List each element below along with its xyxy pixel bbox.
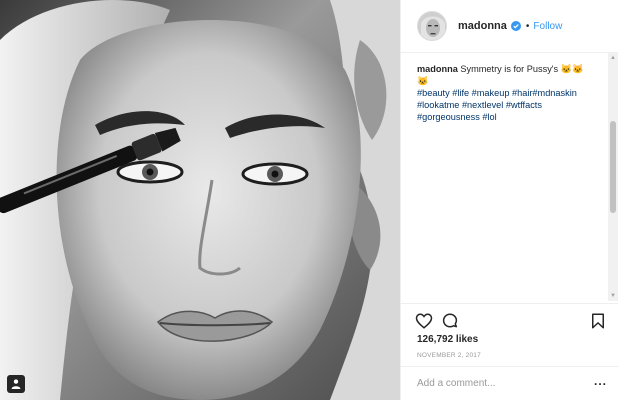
post-date: NOVEMBER 2, 2017 xyxy=(417,352,481,359)
caption-hashtags[interactable]: #beauty #life #makeup #hair#mdnaskin #lo… xyxy=(417,87,593,123)
comments-scrollbar[interactable]: ▲ ▼ xyxy=(608,53,618,301)
verified-badge-icon xyxy=(510,21,521,31)
post-side-panel: madonna • Follow madonna Symmetry is for… xyxy=(400,0,618,400)
comment-icon[interactable] xyxy=(441,312,459,330)
post-header: madonna • Follow xyxy=(401,0,618,53)
account-username[interactable]: madonna xyxy=(458,20,507,32)
portrait-image xyxy=(0,0,400,400)
person-glyph-icon xyxy=(11,379,21,389)
caption-area: madonna Symmetry is for Pussy's 🐱🐱🐱 #bea… xyxy=(401,53,609,301)
comment-input[interactable] xyxy=(417,374,587,392)
caption: madonna Symmetry is for Pussy's 🐱🐱🐱 #bea… xyxy=(417,63,593,123)
likes-count[interactable]: 126,792 likes xyxy=(417,334,478,345)
avatar[interactable] xyxy=(417,11,447,41)
comment-bar: ... xyxy=(401,366,618,400)
caption-username[interactable]: madonna xyxy=(417,64,458,74)
user-tag-icon[interactable] xyxy=(7,375,25,393)
scroll-up-arrow-icon[interactable]: ▲ xyxy=(609,54,617,62)
avatar-image xyxy=(418,12,446,40)
scrollbar-thumb[interactable] xyxy=(610,121,616,213)
heart-icon[interactable] xyxy=(415,312,433,330)
action-bar xyxy=(401,303,618,335)
scroll-down-arrow-icon[interactable]: ▼ xyxy=(609,292,617,300)
separator-dot: • xyxy=(525,20,530,32)
post-photo[interactable] xyxy=(0,0,400,400)
more-options-icon[interactable]: ... xyxy=(594,375,607,387)
bookmark-icon[interactable] xyxy=(589,312,607,330)
follow-button[interactable]: Follow xyxy=(533,21,562,32)
